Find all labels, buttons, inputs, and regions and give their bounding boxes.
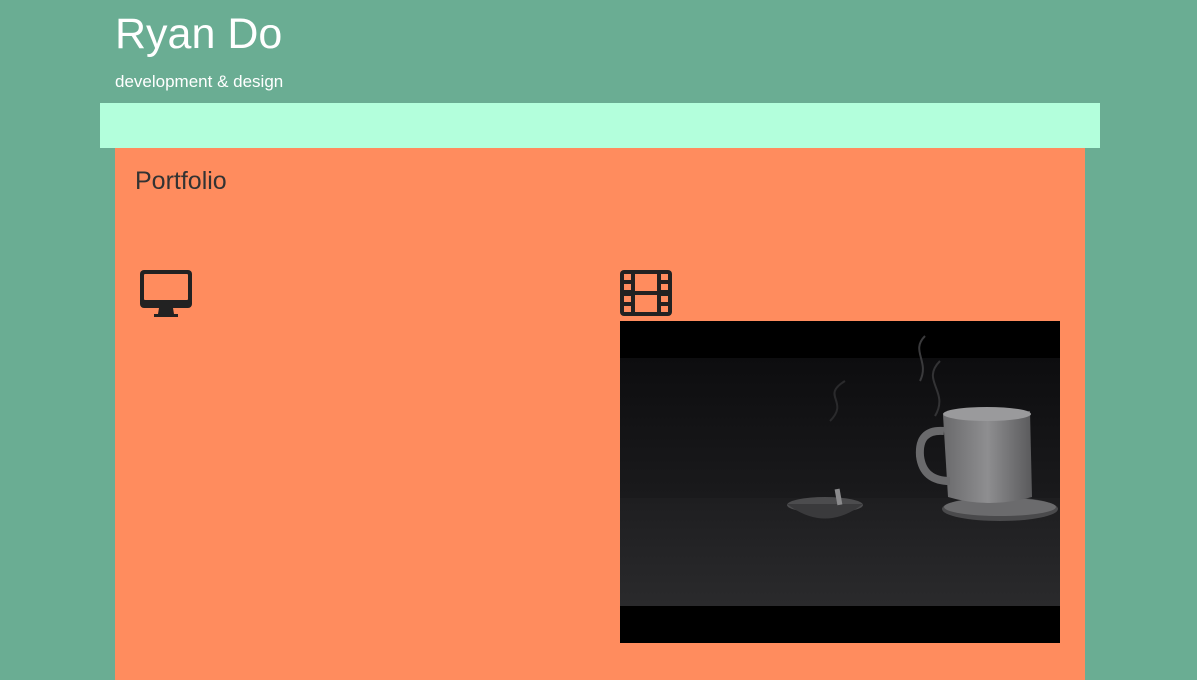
site-header: Ryan Do development & design: [115, 0, 715, 103]
portfolio-heading: Portfolio: [135, 167, 227, 195]
film-icon: [620, 270, 672, 316]
nav-bar: [100, 103, 1100, 148]
video-thumbnail-coffee-cup: [620, 321, 1060, 643]
desktop-icon: [140, 270, 192, 318]
site-title[interactable]: Ryan Do: [115, 10, 282, 58]
site-tagline: development & design: [115, 72, 284, 91]
portfolio-panel: Portfolio: [115, 148, 1085, 680]
web-design-column: [140, 270, 192, 318]
video-player[interactable]: [620, 321, 1060, 643]
video-column: [620, 270, 672, 316]
